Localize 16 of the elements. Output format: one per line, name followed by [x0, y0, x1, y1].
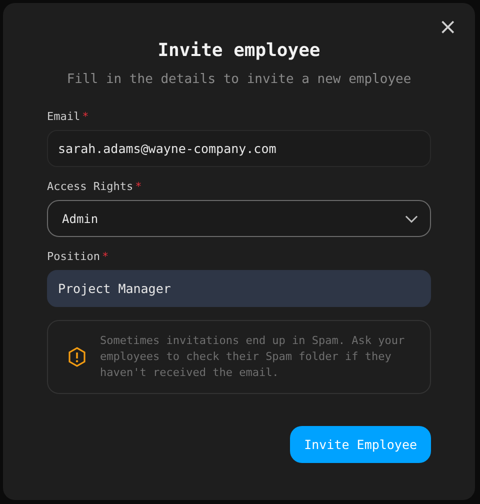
dropdown-value: Admin	[62, 212, 98, 226]
close-button[interactable]: ×	[436, 17, 459, 39]
field-label: Access Rights	[47, 179, 134, 195]
required-mark: *	[82, 109, 89, 125]
warning-icon	[68, 347, 86, 367]
dropdown[interactable]: Admin	[47, 200, 431, 237]
dialog-title: Invite employee	[156, 39, 322, 63]
chevron-down-icon	[405, 214, 418, 222]
field-label: Email	[47, 109, 80, 125]
notice-text: Sometimes invitations end up in Spam. Ask your employees to check their Spam folder if they haven't received the email.	[100, 333, 406, 381]
required-mark: *	[135, 179, 142, 195]
dialog-subtitle: Fill in the details to invite a new employee	[66, 71, 412, 89]
field-label: Position	[47, 249, 100, 265]
input-field[interactable]: Project Manager	[47, 270, 431, 307]
required-mark: *	[102, 249, 109, 265]
input-field[interactable]: sarah.adams@wayne-company.com	[47, 130, 431, 167]
